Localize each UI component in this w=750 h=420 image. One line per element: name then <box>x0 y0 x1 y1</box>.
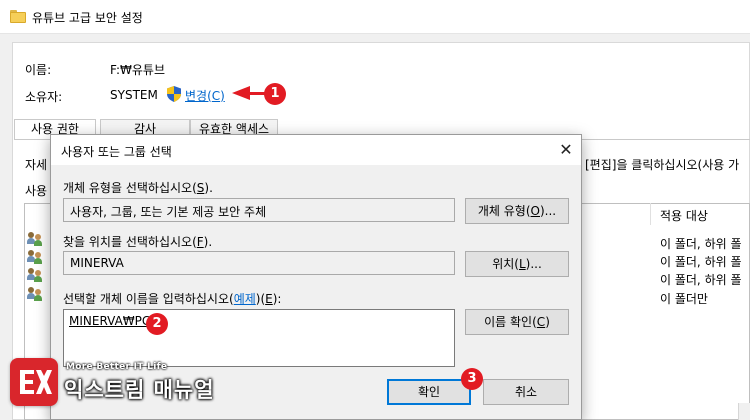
location-field: MINERVA <box>63 251 455 275</box>
column-header-applies-to[interactable]: 적용 대상 <box>660 207 708 224</box>
user-group-icon <box>27 268 43 282</box>
folder-icon <box>10 9 26 23</box>
object-name-label: 선택할 개체 이름을 입력하십시오(예제)(E): <box>63 292 282 306</box>
table-row-applies-to[interactable]: 이 폴더, 하위 폴 <box>660 235 742 252</box>
change-link-suffix: ) <box>220 89 225 103</box>
callout-2: 2 <box>146 313 168 335</box>
table-row-applies-to[interactable]: 이 폴더, 하위 폴 <box>660 271 742 288</box>
cancel-button[interactable]: 취소 <box>483 379 569 405</box>
change-link-text: 변경( <box>185 89 212 103</box>
name-label: 이름: <box>25 63 52 77</box>
window-titlebar: 유튜브 고급 보안 설정 <box>0 0 750 34</box>
dialog-title: 사용자 또는 그룹 선택 <box>61 145 172 159</box>
callout-1: 1 <box>264 83 286 105</box>
callout-arrow-shaft <box>249 92 265 95</box>
check-names-button[interactable]: 이름 확인(C) <box>465 309 569 335</box>
table-row-applies-to[interactable]: 이 폴더, 하위 폴 <box>660 253 742 270</box>
object-types-button[interactable]: 개체 유형(O)... <box>465 198 569 224</box>
brand-name: 익스트림 매뉴얼 <box>64 378 215 402</box>
dialog-titlebar: 사용자 또는 그룹 선택 ✕ <box>51 135 581 165</box>
owner-label: 소유자: <box>25 90 63 104</box>
owner-value: SYSTEM <box>110 88 158 102</box>
description-text-left: 자세 <box>25 158 48 172</box>
user-group-icon <box>27 232 43 246</box>
brand-logo <box>10 358 58 406</box>
column-separator <box>650 203 651 225</box>
change-owner-link[interactable]: 변경(C) <box>185 87 225 104</box>
user-group-icon <box>27 287 43 301</box>
examples-link[interactable]: 예제 <box>234 292 256 306</box>
horizontal-scrollbar[interactable] <box>738 403 750 420</box>
ok-button[interactable]: 확인 <box>387 379 471 405</box>
window-title: 유튜브 고급 보안 설정 <box>32 11 143 25</box>
permission-list-label: 사용 <box>25 184 48 198</box>
object-name-input[interactable]: MINERVA₩PG <box>63 309 455 367</box>
description-text-right: [편집]을 클릭하십시오(사용 가 <box>585 158 740 172</box>
object-type-field: 사용자, 그룹, 또는 기본 제공 보안 주체 <box>63 198 455 222</box>
object-type-label: 개체 유형을 선택하십시오(S). <box>63 181 213 195</box>
object-name-value: MINERVA₩PG <box>69 314 152 328</box>
table-row-applies-to[interactable]: 이 폴더만 <box>660 290 708 307</box>
brand-logo-mark <box>20 370 52 394</box>
name-value: F:₩유튜브 <box>110 63 165 77</box>
change-link-key: C <box>211 89 221 103</box>
close-icon[interactable]: ✕ <box>551 135 581 165</box>
callout-arrow-head <box>232 86 250 100</box>
uac-shield-icon <box>167 86 181 102</box>
callout-3: 3 <box>461 368 483 390</box>
user-group-icon <box>27 250 43 264</box>
brand-tagline: More Better IT Life <box>66 362 168 372</box>
location-label: 찾을 위치를 선택하십시오(F). <box>63 235 213 249</box>
locations-button[interactable]: 위치(L)... <box>465 251 569 277</box>
